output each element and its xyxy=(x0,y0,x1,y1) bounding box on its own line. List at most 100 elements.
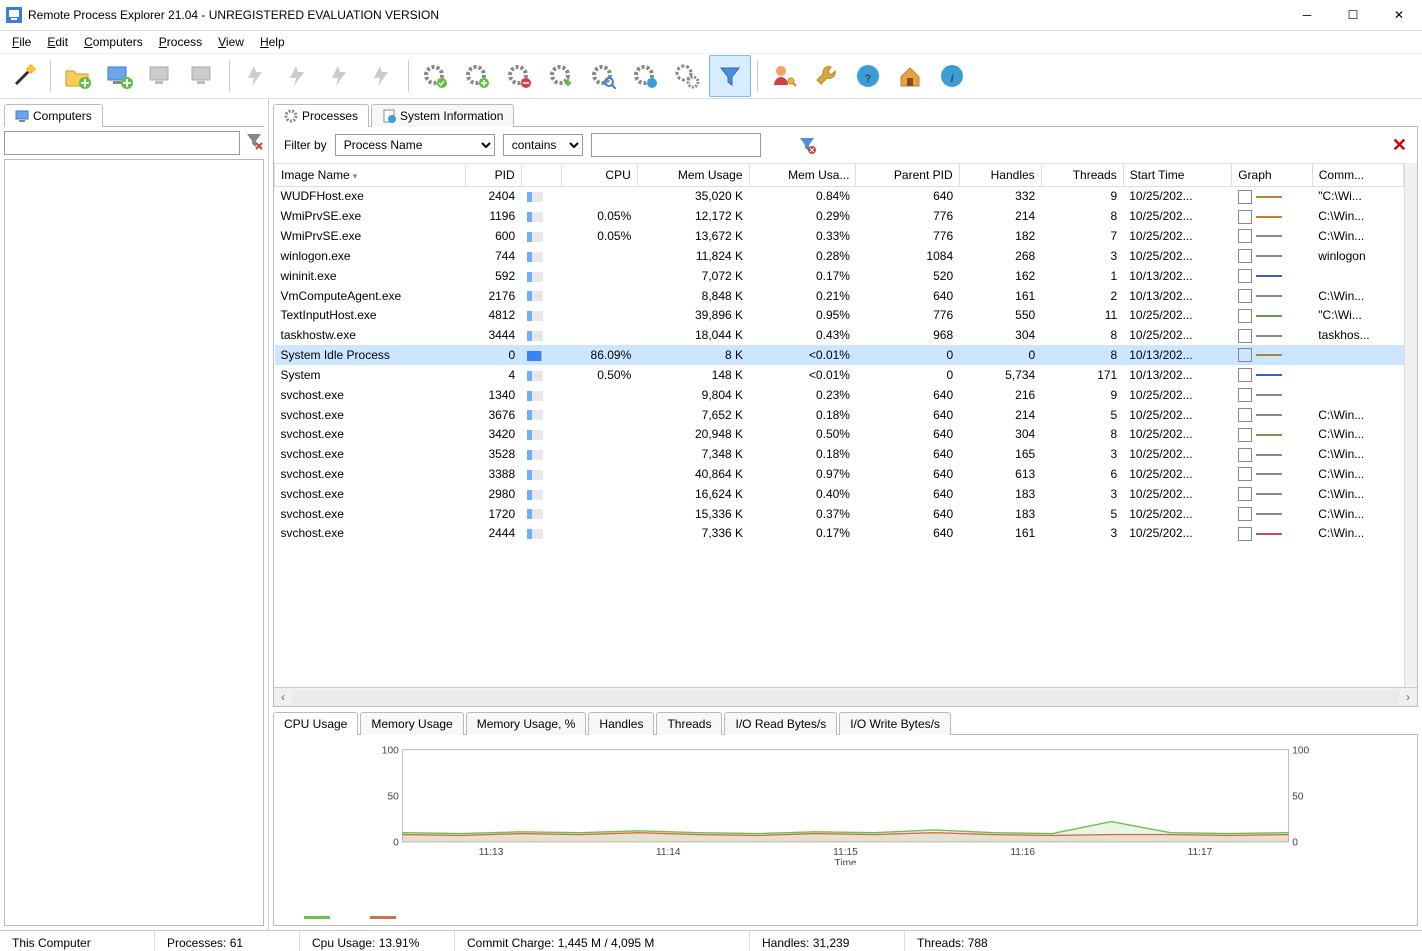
filter-button[interactable] xyxy=(709,55,751,97)
table-row[interactable]: svchost.exe24447,336 K0.17%640161310/25/… xyxy=(275,524,1404,544)
table-row[interactable]: svchost.exe342020,948 K0.50%640304810/25… xyxy=(275,424,1404,444)
wand-icon xyxy=(10,62,38,90)
table-row[interactable]: svchost.exe36767,652 K0.18%640214510/25/… xyxy=(275,405,1404,425)
table-row[interactable]: TextInputHost.exe481239,896 K0.95%776550… xyxy=(275,305,1404,325)
column-header[interactable]: Mem Usage xyxy=(637,164,749,187)
open-folder-button[interactable] xyxy=(57,56,97,96)
computer-icon xyxy=(15,109,29,123)
table-row[interactable]: svchost.exe338840,864 K0.97%640613610/25… xyxy=(275,464,1404,484)
table-row[interactable]: VmComputeAgent.exe21768,848 K0.21%640161… xyxy=(275,286,1404,306)
column-header[interactable]: Comm... xyxy=(1312,164,1403,187)
add-computer-button[interactable] xyxy=(99,56,139,96)
column-header[interactable] xyxy=(521,164,561,187)
gears-icon xyxy=(674,63,700,89)
process-grid[interactable]: Image Name▾PID CPUMem UsageMem Usa...Pare… xyxy=(274,163,1404,687)
help-icon: ? xyxy=(855,63,881,89)
gear-btn-3[interactable] xyxy=(499,56,539,96)
gear-remove-icon xyxy=(506,63,532,89)
table-row[interactable]: svchost.exe172015,336 K0.37%640183510/25… xyxy=(275,504,1404,524)
wizard-button[interactable] xyxy=(4,56,44,96)
gear-search-icon xyxy=(590,63,616,89)
filter-value-input[interactable] xyxy=(591,133,761,157)
perf-tab[interactable]: Memory Usage xyxy=(360,712,463,735)
menu-file[interactable]: File xyxy=(4,33,39,51)
gear-btn-1[interactable] xyxy=(415,56,455,96)
filter-op-select[interactable]: contains xyxy=(503,134,583,156)
home-button[interactable] xyxy=(890,56,930,96)
gear-btn-4[interactable] xyxy=(541,56,581,96)
table-row[interactable]: wininit.exe5927,072 K0.17%520162110/13/2… xyxy=(275,266,1404,286)
computers-tree[interactable] xyxy=(4,159,264,926)
filter-close-button[interactable]: ✕ xyxy=(1392,135,1407,156)
table-row[interactable]: taskhostw.exe344418,044 K0.43%968304810/… xyxy=(275,325,1404,345)
column-header[interactable]: Mem Usa... xyxy=(749,164,856,187)
gear-btn-2[interactable] xyxy=(457,56,497,96)
column-header[interactable]: Start Time xyxy=(1123,164,1231,187)
minimize-button[interactable]: ─ xyxy=(1284,0,1330,30)
perf-tab[interactable]: Memory Usage, % xyxy=(466,712,587,735)
menu-computers[interactable]: Computers xyxy=(76,33,151,51)
menu-edit[interactable]: Edit xyxy=(39,33,76,51)
menubar: File Edit Computers Process View Help xyxy=(0,31,1422,54)
computer-add-icon xyxy=(105,62,133,90)
menu-view[interactable]: View xyxy=(210,33,252,51)
perf-tab[interactable]: I/O Write Bytes/s xyxy=(839,712,951,735)
app-icon xyxy=(6,7,22,23)
filter-field-select[interactable]: Process Name xyxy=(335,134,495,156)
chart-panel: 00505010010011:1311:1411:1511:1611:17Tim… xyxy=(273,735,1418,926)
disabled-btn-6 xyxy=(362,56,402,96)
column-header[interactable]: Threads xyxy=(1041,164,1123,187)
tools-button[interactable] xyxy=(806,56,846,96)
gear-btn-6[interactable] xyxy=(625,56,665,96)
computers-filter-input[interactable] xyxy=(4,131,240,155)
help-button[interactable]: ? xyxy=(848,56,888,96)
table-row[interactable]: svchost.exe13409,804 K0.23%640216910/25/… xyxy=(275,385,1404,405)
table-row[interactable]: System Idle Process086.09%8 K<0.01%00810… xyxy=(275,345,1404,365)
tab-computers[interactable]: Computers xyxy=(4,104,103,127)
bolt-icon xyxy=(370,64,394,88)
perf-tab[interactable]: CPU Usage xyxy=(273,712,358,735)
column-header[interactable]: Graph xyxy=(1232,164,1313,187)
perf-tab[interactable]: I/O Read Bytes/s xyxy=(724,712,837,735)
menu-process[interactable]: Process xyxy=(151,33,210,51)
disabled-btn-1 xyxy=(141,56,181,96)
column-header[interactable]: PID xyxy=(465,164,521,187)
computer-icon xyxy=(189,62,217,90)
column-header[interactable]: Parent PID xyxy=(856,164,959,187)
filter-label: Filter by xyxy=(284,138,327,152)
column-header[interactable]: CPU xyxy=(561,164,637,187)
doc-info-icon xyxy=(382,109,396,123)
vertical-scrollbar[interactable] xyxy=(1404,163,1417,687)
maximize-button[interactable]: ☐ xyxy=(1330,0,1376,30)
tab-processes[interactable]: Processes xyxy=(273,104,369,127)
table-row[interactable]: svchost.exe298016,624 K0.40%640183310/25… xyxy=(275,484,1404,504)
close-button[interactable]: ✕ xyxy=(1376,0,1422,30)
table-row[interactable]: svchost.exe35287,348 K0.18%640165310/25/… xyxy=(275,444,1404,464)
perf-tab[interactable]: Threads xyxy=(656,712,722,735)
column-header[interactable]: Handles xyxy=(959,164,1041,187)
gear-btn-5[interactable] xyxy=(583,56,623,96)
table-row[interactable]: winlogon.exe74411,824 K0.28%1084268310/2… xyxy=(275,246,1404,266)
perf-tab[interactable]: Handles xyxy=(588,712,654,735)
filter-remove-icon[interactable] xyxy=(797,135,817,155)
gear-btn-7[interactable] xyxy=(667,56,707,96)
table-row[interactable]: WmiPrvSE.exe6000.05%13,672 K0.33%7761827… xyxy=(275,226,1404,246)
table-row[interactable]: WUDFHost.exe240435,020 K0.84%640332910/2… xyxy=(275,187,1404,207)
menu-help[interactable]: Help xyxy=(252,33,293,51)
status-bar: This Computer Processes: 61 Cpu Usage: 1… xyxy=(0,930,1422,951)
info-button[interactable]: i xyxy=(932,56,972,96)
svg-text:11:17: 11:17 xyxy=(1188,847,1213,858)
horizontal-scrollbar[interactable]: ‹› xyxy=(274,687,1417,706)
wrench-icon xyxy=(813,63,839,89)
column-header[interactable]: Image Name▾ xyxy=(275,164,466,187)
user-button[interactable] xyxy=(764,56,804,96)
status-threads: Threads: 788 xyxy=(905,931,1422,951)
tab-system-info[interactable]: System Information xyxy=(371,104,514,127)
status-handles: Handles: 31,239 xyxy=(750,931,905,951)
disabled-btn-3 xyxy=(236,56,276,96)
gear-globe-icon xyxy=(632,63,658,89)
table-row[interactable]: WmiPrvSE.exe11960.05%12,172 K0.29%776214… xyxy=(275,206,1404,226)
table-row[interactable]: System40.50%148 K<0.01%05,73417110/13/20… xyxy=(275,365,1404,385)
window-title: Remote Process Explorer 21.04 - UNREGIST… xyxy=(28,8,1284,22)
filter-clear-icon[interactable] xyxy=(244,131,264,151)
